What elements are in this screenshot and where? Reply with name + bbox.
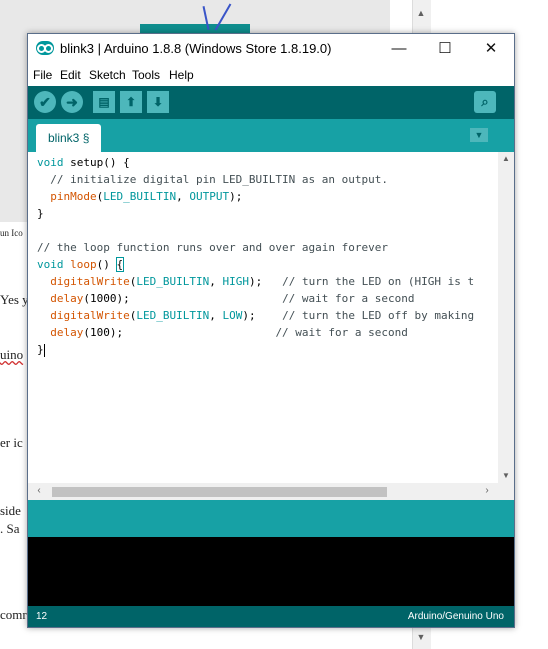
- code-line: void loop() {: [37, 257, 125, 272]
- code-text: );: [248, 275, 283, 288]
- code-function: digitalWrite: [50, 309, 130, 322]
- upload-icon[interactable]: ➜: [61, 91, 83, 113]
- code-line: delay(1000); // wait for a second: [37, 292, 415, 305]
- code-line: digitalWrite(LED_BUILTIN, HIGH); // turn…: [37, 275, 474, 288]
- matching-brace: {: [115, 257, 125, 272]
- background-text-line: . Sa: [0, 521, 20, 536]
- background-text-line: uino: [0, 347, 24, 362]
- code-keyword: void: [37, 156, 64, 169]
- code-line: delay(100); // wait for a second: [37, 326, 408, 339]
- scroll-left-icon[interactable]: ‹: [32, 484, 46, 498]
- code-function: delay: [50, 292, 84, 305]
- maximize-button[interactable]: ☐: [422, 34, 468, 64]
- code-text: setup() {: [63, 156, 130, 169]
- window-title: blink3 | Arduino 1.8.8 (Windows Store 1.…: [60, 41, 332, 56]
- code-line: }: [37, 343, 45, 357]
- menu-edit[interactable]: Edit: [60, 68, 81, 82]
- code-editor[interactable]: void setup() { // initialize digital pin…: [28, 152, 498, 483]
- new-sketch-icon[interactable]: ▤: [93, 91, 115, 113]
- close-button[interactable]: ✕: [468, 34, 514, 64]
- code-text: }: [37, 343, 44, 356]
- serial-monitor-icon[interactable]: ⌕: [474, 91, 496, 113]
- scroll-down-icon[interactable]: ▼: [498, 469, 514, 483]
- tab-bar: blink3 § ▼: [28, 119, 514, 152]
- board-name: Arduino/Genuino Uno: [407, 611, 504, 622]
- code-line: pinMode(LED_BUILTIN, OUTPUT);: [37, 190, 242, 203]
- background-text-line: side: [0, 503, 21, 518]
- code-comment: // turn the LED on (HIGH is t: [282, 275, 475, 288]
- scroll-up-icon[interactable]: ▲: [416, 8, 426, 18]
- code-text: ,: [209, 309, 223, 322]
- code-function: loop: [70, 258, 97, 271]
- code-text: ,: [209, 275, 223, 288]
- code-text: ,: [176, 190, 190, 203]
- menu-tools[interactable]: Tools: [132, 68, 160, 82]
- editor-horizontal-scrollbar[interactable]: ‹ ›: [28, 483, 498, 500]
- open-sketch-icon[interactable]: ⬆: [120, 91, 142, 113]
- code-constant: OUTPUT: [189, 190, 230, 203]
- code-line: // initialize digital pin LED_BUILTIN as…: [37, 173, 388, 186]
- code-line: void setup() {: [37, 156, 130, 169]
- arduino-logo-icon: [36, 41, 54, 55]
- background-text-line: Yes y: [0, 292, 29, 307]
- scrollbar-corner: [498, 483, 514, 500]
- code-constant: LED_BUILTIN: [103, 190, 177, 203]
- code-text: (100);: [83, 326, 276, 339]
- tab-blink3[interactable]: blink3 §: [36, 124, 102, 152]
- code-comment: // turn the LED off by making: [282, 309, 475, 322]
- code-function: digitalWrite: [50, 275, 130, 288]
- code-keyword: void: [37, 258, 64, 271]
- scroll-up-icon[interactable]: ▲: [498, 152, 514, 166]
- code-line: }: [37, 207, 44, 220]
- tab-menu-icon[interactable]: ▼: [470, 128, 488, 142]
- status-bar: 12 Arduino/Genuino Uno: [28, 606, 514, 627]
- code-constant: HIGH: [222, 275, 249, 288]
- console-output[interactable]: [28, 537, 514, 606]
- menu-sketch[interactable]: Sketch: [89, 68, 126, 82]
- text-caret: [43, 343, 45, 357]
- editor-vertical-scrollbar[interactable]: ▲ ▼: [498, 152, 514, 483]
- code-text: );: [242, 309, 283, 322]
- console-message-area: [28, 500, 514, 537]
- toolbar: ✔ ➜ ▤ ⬆ ⬇ ⌕: [28, 86, 514, 119]
- minimize-button[interactable]: —: [376, 34, 422, 64]
- verify-icon[interactable]: ✔: [34, 91, 56, 113]
- save-sketch-icon[interactable]: ⬇: [147, 91, 169, 113]
- menu-file[interactable]: File: [33, 68, 52, 82]
- code-constant: LED_BUILTIN: [136, 275, 210, 288]
- code-comment: // wait for a second: [282, 292, 415, 305]
- code-text: );: [229, 190, 243, 203]
- code-constant: LED_BUILTIN: [136, 309, 210, 322]
- code-comment: // wait for a second: [275, 326, 408, 339]
- scroll-down-icon[interactable]: ▼: [416, 632, 426, 642]
- code-line: // the loop function runs over and over …: [37, 241, 388, 254]
- scroll-right-icon[interactable]: ›: [480, 484, 494, 498]
- background-text-line: un Ico: [0, 228, 23, 238]
- menu-help[interactable]: Help: [169, 68, 194, 82]
- background-text-line: er ic: [0, 435, 23, 450]
- code-constant: LOW: [222, 309, 243, 322]
- menu-bar: File Edit Sketch Tools Help: [28, 64, 514, 86]
- title-bar[interactable]: blink3 | Arduino 1.8.8 (Windows Store 1.…: [28, 34, 514, 64]
- arduino-ide-window: blink3 | Arduino 1.8.8 (Windows Store 1.…: [27, 33, 515, 628]
- code-function: pinMode: [50, 190, 97, 203]
- background-text-line: comr: [0, 607, 27, 622]
- code-text: (): [96, 258, 117, 271]
- horizontal-scroll-thumb[interactable]: [52, 487, 387, 497]
- code-function: delay: [50, 326, 84, 339]
- code-text: (1000);: [83, 292, 283, 305]
- code-line: digitalWrite(LED_BUILTIN, LOW); // turn …: [37, 309, 474, 322]
- line-number: 12: [36, 611, 48, 622]
